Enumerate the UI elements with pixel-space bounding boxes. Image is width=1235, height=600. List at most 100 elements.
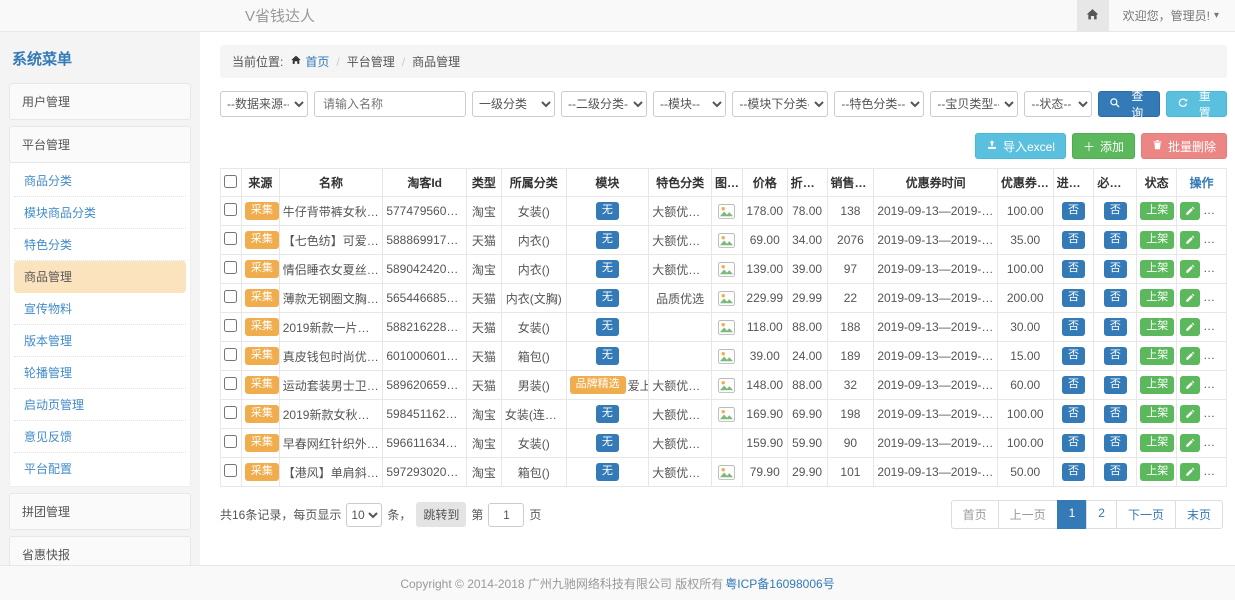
per-page-select[interactable]: 10: [346, 503, 382, 527]
row-checkbox[interactable]: [224, 319, 237, 332]
jump-page-input[interactable]: [488, 503, 524, 527]
edit-button[interactable]: [1180, 289, 1200, 307]
sidebar-item[interactable]: 模块商品分类: [14, 197, 186, 229]
page-button[interactable]: 2: [1086, 500, 1117, 529]
home-button[interactable]: [1077, 0, 1109, 31]
sidebar-item[interactable]: 平台配置: [14, 453, 186, 484]
edit-button[interactable]: [1180, 434, 1200, 452]
import-select-toggle[interactable]: 否: [1062, 463, 1085, 480]
type-cell: 淘宝: [466, 255, 501, 284]
query-button[interactable]: 查询: [1098, 91, 1159, 117]
sidebar-item[interactable]: 商品分类: [14, 165, 186, 197]
column-header: 名称: [279, 169, 383, 197]
page-button[interactable]: 上一页: [998, 500, 1058, 529]
user-menu[interactable]: 欢迎您，管理员! ▾: [1123, 7, 1219, 24]
import-select-toggle[interactable]: 否: [1062, 231, 1085, 248]
row-checkbox[interactable]: [224, 203, 237, 216]
sidebar-item[interactable]: 轮播管理: [14, 357, 186, 389]
icon-cell: [711, 458, 742, 487]
import-select-toggle[interactable]: 否: [1062, 289, 1085, 306]
row-checkbox[interactable]: [224, 232, 237, 245]
sidebar-item[interactable]: 意见反馈: [14, 421, 186, 453]
status-badge[interactable]: 上架: [1140, 434, 1174, 451]
status-badge[interactable]: 上架: [1140, 405, 1174, 422]
sidebar-item[interactable]: 特色分类: [14, 229, 186, 261]
batch-delete-button[interactable]: 批量删除: [1141, 133, 1227, 159]
status-select[interactable]: --状态--: [1024, 91, 1092, 117]
level1-category-select[interactable]: 一级分类: [472, 91, 555, 117]
table-row: 采集2019新款一片式系...588216228899天猫女装()无118.00…: [221, 313, 1227, 342]
import-select-toggle[interactable]: 否: [1062, 376, 1085, 393]
ops-cell: [1177, 371, 1227, 400]
edit-button[interactable]: [1180, 318, 1200, 336]
edit-button[interactable]: [1180, 202, 1200, 220]
sidebar-group: 省惠快报: [9, 536, 191, 565]
sidebar-group-header[interactable]: 省惠快报: [9, 536, 191, 565]
must-buy-toggle[interactable]: 否: [1104, 318, 1127, 335]
name-search-input[interactable]: [314, 91, 466, 117]
module-select[interactable]: --模块--: [653, 91, 726, 117]
module-subcategory-select[interactable]: --模块下分类--: [732, 91, 828, 117]
edit-button[interactable]: [1180, 463, 1200, 481]
import-select-toggle[interactable]: 否: [1062, 434, 1085, 451]
data-source-select[interactable]: --数据来源--: [220, 91, 308, 117]
status-badge[interactable]: 上架: [1140, 318, 1174, 335]
import-select-toggle[interactable]: 否: [1062, 318, 1085, 335]
must-buy-toggle[interactable]: 否: [1104, 260, 1127, 277]
edit-button[interactable]: [1180, 376, 1200, 394]
status-badge[interactable]: 上架: [1140, 260, 1174, 277]
page-button[interactable]: 1: [1057, 500, 1088, 529]
row-checkbox[interactable]: [224, 435, 237, 448]
sidebar-item[interactable]: 宣传物料: [14, 293, 186, 325]
add-button[interactable]: ＋ 添加: [1072, 133, 1135, 159]
must-buy-toggle[interactable]: 否: [1104, 376, 1127, 393]
page-button[interactable]: 首页: [951, 500, 999, 529]
import-select-toggle[interactable]: 否: [1062, 260, 1085, 277]
row-checkbox[interactable]: [224, 290, 237, 303]
row-checkbox[interactable]: [224, 261, 237, 274]
import-select-toggle[interactable]: 否: [1062, 405, 1085, 422]
status-badge[interactable]: 上架: [1140, 202, 1174, 219]
status-badge[interactable]: 上架: [1140, 376, 1174, 393]
import-select-toggle[interactable]: 否: [1062, 347, 1085, 364]
edit-button[interactable]: [1180, 260, 1200, 278]
must-buy-toggle[interactable]: 否: [1104, 347, 1127, 364]
breadcrumb-home-link[interactable]: 首页: [290, 53, 329, 70]
must-buy-toggle[interactable]: 否: [1104, 289, 1127, 306]
sidebar-item-active[interactable]: 商品管理: [14, 261, 186, 293]
item-type-select[interactable]: --宝贝类型--: [930, 91, 1018, 117]
source-badge: 采集: [245, 463, 279, 480]
icp-link[interactable]: 粤ICP备16098006号: [725, 575, 834, 592]
import-select-toggle[interactable]: 否: [1062, 202, 1085, 219]
jump-button[interactable]: 跳转到: [416, 502, 466, 527]
import-excel-button[interactable]: 导入excel: [975, 133, 1066, 159]
row-checkbox[interactable]: [224, 406, 237, 419]
column-header: 状态: [1137, 169, 1177, 197]
must-buy-toggle[interactable]: 否: [1104, 434, 1127, 451]
status-badge[interactable]: 上架: [1140, 289, 1174, 306]
status-badge[interactable]: 上架: [1140, 463, 1174, 480]
must-buy-toggle[interactable]: 否: [1104, 463, 1127, 480]
must-buy-toggle[interactable]: 否: [1104, 202, 1127, 219]
reset-button[interactable]: 重置: [1166, 91, 1227, 117]
status-badge[interactable]: 上架: [1140, 347, 1174, 364]
row-checkbox[interactable]: [224, 377, 237, 390]
status-badge[interactable]: 上架: [1140, 231, 1174, 248]
sidebar-group-header[interactable]: 平台管理: [9, 126, 191, 163]
level2-category-select[interactable]: --二级分类--: [561, 91, 647, 117]
edit-button[interactable]: [1180, 347, 1200, 365]
sidebar-item[interactable]: 版本管理: [14, 325, 186, 357]
sidebar-item[interactable]: 启动页管理: [14, 389, 186, 421]
page-button[interactable]: 下一页: [1116, 500, 1176, 529]
page-button[interactable]: 末页: [1175, 500, 1223, 529]
edit-button[interactable]: [1180, 405, 1200, 423]
must-buy-toggle[interactable]: 否: [1104, 405, 1127, 422]
sidebar-group-header[interactable]: 拼团管理: [9, 493, 191, 530]
row-checkbox[interactable]: [224, 464, 237, 477]
must-buy-toggle[interactable]: 否: [1104, 231, 1127, 248]
feature-category-select[interactable]: --特色分类--: [834, 91, 924, 117]
sidebar-group-header[interactable]: 用户管理: [9, 83, 191, 120]
edit-button[interactable]: [1180, 231, 1200, 249]
select-all-checkbox[interactable]: [224, 175, 237, 188]
row-checkbox[interactable]: [224, 348, 237, 361]
